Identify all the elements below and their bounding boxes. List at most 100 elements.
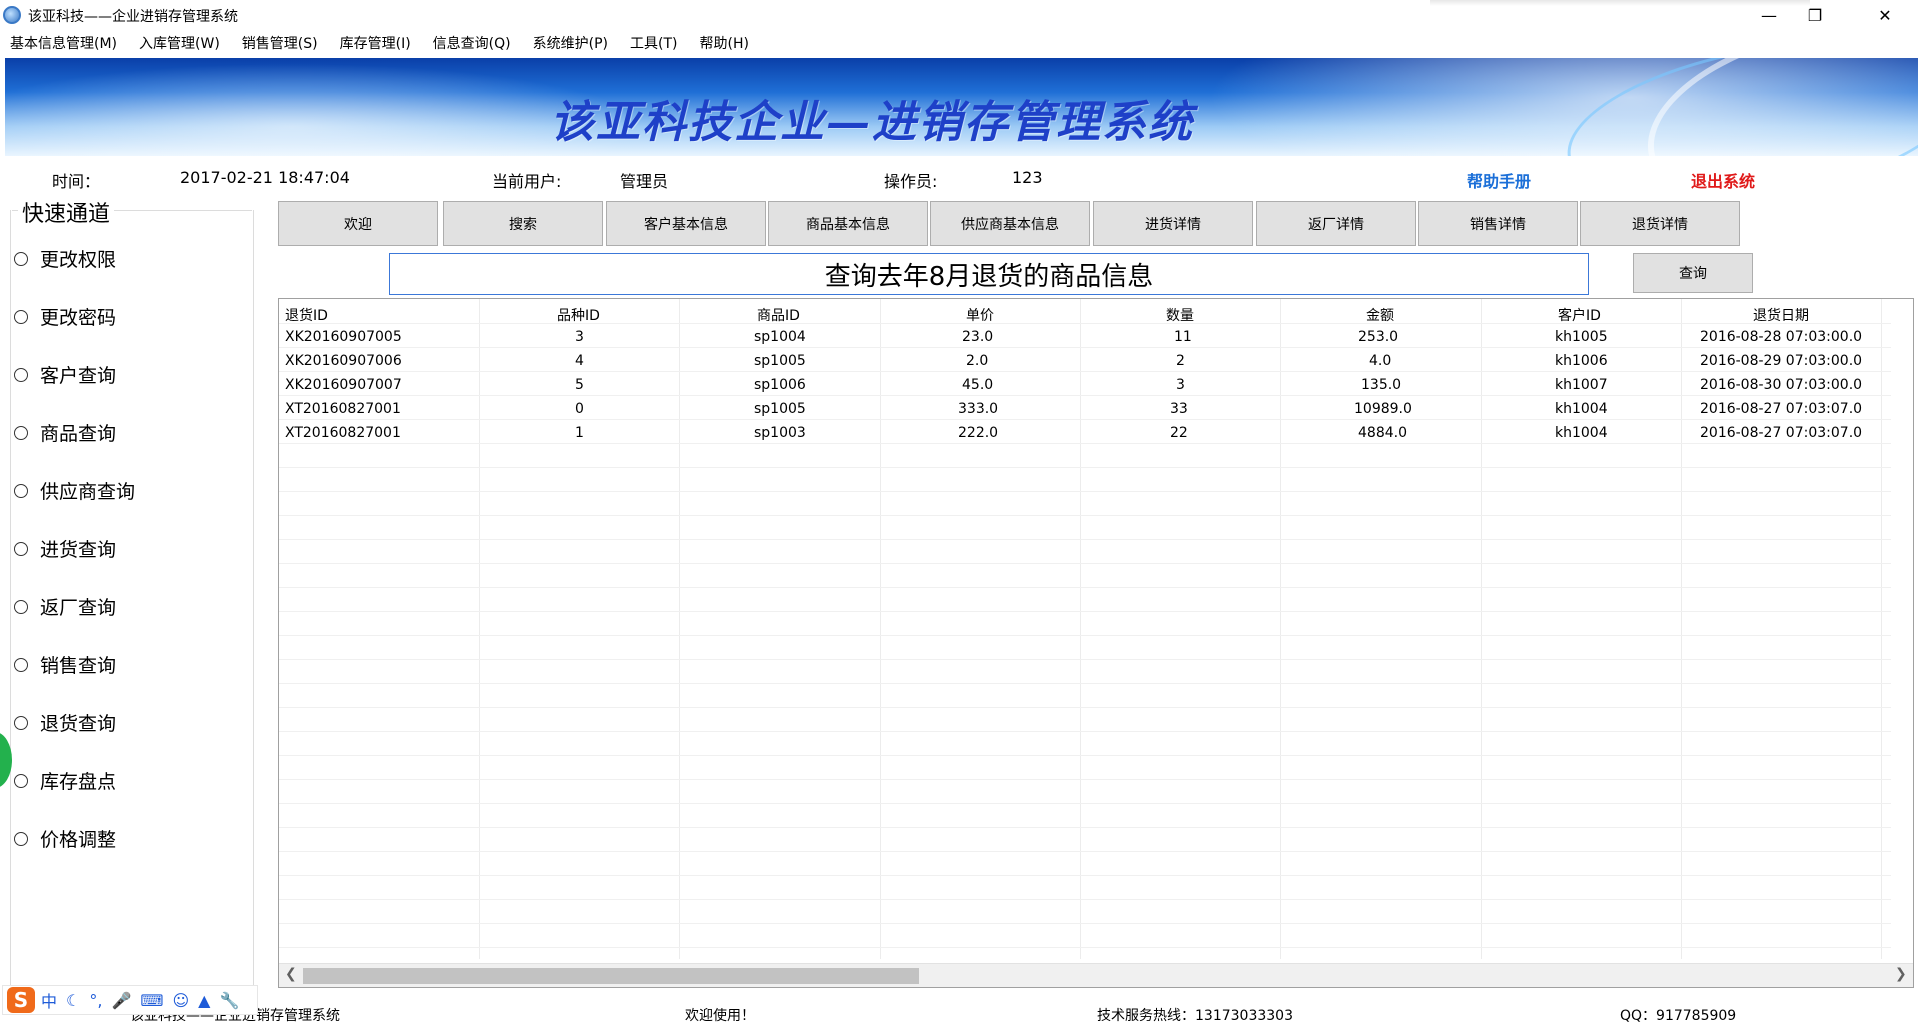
menu-basic-info[interactable]: 基本信息管理(M) xyxy=(10,30,128,56)
column-header[interactable]: 客户ID xyxy=(1558,305,1601,325)
tab-customer-info[interactable]: 客户基本信息 xyxy=(606,201,766,246)
table-cell[interactable]: 2016-08-27 07:03:07.0 xyxy=(1700,425,1862,441)
column-header[interactable]: 退货ID xyxy=(285,305,328,325)
table-cell[interactable]: 2016-08-30 07:03:00.0 xyxy=(1700,377,1862,393)
table-cell[interactable]: XT20160827001 xyxy=(285,401,401,417)
table-cell[interactable]: sp1004 xyxy=(754,329,806,345)
results-table[interactable]: 退货ID 品种ID 商品ID 单价 数量 金额 客户ID 退货日期 XK2016… xyxy=(278,298,1914,988)
radio-change-permission[interactable]: 更改权限 xyxy=(14,245,116,272)
menu-query[interactable]: 信息查询(Q) xyxy=(433,30,522,56)
radio-product-query[interactable]: 商品查询 xyxy=(14,419,116,446)
table-cell[interactable]: 4 xyxy=(575,353,584,369)
table-cell[interactable]: kh1005 xyxy=(1555,329,1608,345)
table-cell[interactable]: XT20160827001 xyxy=(285,425,401,441)
punctuation-icon[interactable]: °, xyxy=(89,991,102,1010)
column-header[interactable]: 商品ID xyxy=(757,305,800,325)
help-manual-link[interactable]: 帮助手册 xyxy=(1467,168,1531,192)
menu-tools[interactable]: 工具(T) xyxy=(630,30,688,56)
table-cell[interactable]: XK20160907005 xyxy=(285,329,402,345)
column-header[interactable]: 数量 xyxy=(1166,305,1194,325)
ime-language-toggle[interactable]: 中 xyxy=(41,988,57,1012)
table-cell[interactable]: 11 xyxy=(1174,329,1192,345)
radio-return-factory-query[interactable]: 返厂查询 xyxy=(14,593,116,620)
menu-maintenance[interactable]: 系统维护(P) xyxy=(533,30,619,56)
menu-stock-in[interactable]: 入库管理(W) xyxy=(139,30,231,56)
table-cell[interactable]: 3 xyxy=(1176,377,1185,393)
ime-toolbar[interactable]: S 中 ☾ °, 🎤 ⌨ ☺ ▲ 🔧 xyxy=(2,985,258,1015)
tab-supplier-info[interactable]: 供应商基本信息 xyxy=(930,201,1090,246)
table-cell[interactable]: 1 xyxy=(575,425,584,441)
scroll-left-icon[interactable]: ❮ xyxy=(285,966,297,982)
menu-help[interactable]: 帮助(H) xyxy=(699,30,759,56)
tab-returns-details[interactable]: 退货详情 xyxy=(1580,201,1740,246)
table-cell[interactable]: 4884.0 xyxy=(1358,425,1407,441)
close-button[interactable]: ✕ xyxy=(1862,0,1908,30)
table-cell[interactable]: 3 xyxy=(575,329,584,345)
tab-return-factory-details[interactable]: 返厂详情 xyxy=(1256,201,1416,246)
table-cell[interactable]: 222.0 xyxy=(958,425,998,441)
row-divider xyxy=(279,707,1891,708)
radio-customer-query[interactable]: 客户查询 xyxy=(14,361,116,388)
radio-supplier-query[interactable]: 供应商查询 xyxy=(14,477,135,504)
column-header[interactable]: 单价 xyxy=(966,305,994,325)
table-cell[interactable]: sp1006 xyxy=(754,377,806,393)
table-cell[interactable]: 2.0 xyxy=(966,353,988,369)
radio-purchase-query[interactable]: 进货查询 xyxy=(14,535,116,562)
exit-system-link[interactable]: 退出系统 xyxy=(1691,168,1755,192)
table-cell[interactable]: 2016-08-29 07:03:00.0 xyxy=(1700,353,1862,369)
radio-change-password[interactable]: 更改密码 xyxy=(14,303,116,330)
table-cell[interactable]: 45.0 xyxy=(962,377,993,393)
radio-stocktake[interactable]: 库存盘点 xyxy=(14,767,116,794)
maximize-button[interactable]: ❐ xyxy=(1792,0,1838,30)
radio-sales-query[interactable]: 销售查询 xyxy=(14,651,116,678)
menu-sales[interactable]: 销售管理(S) xyxy=(242,30,329,56)
radio-price-adjust[interactable]: 价格调整 xyxy=(14,825,116,852)
table-cell[interactable]: 33 xyxy=(1170,401,1188,417)
table-cell[interactable]: 2016-08-27 07:03:07.0 xyxy=(1700,401,1862,417)
table-cell[interactable]: 2 xyxy=(1176,353,1185,369)
table-cell[interactable]: 253.0 xyxy=(1358,329,1398,345)
table-cell[interactable]: kh1006 xyxy=(1555,353,1608,369)
query-button[interactable]: 查询 xyxy=(1633,253,1753,293)
table-cell[interactable]: kh1007 xyxy=(1555,377,1608,393)
scrollbar-thumb[interactable] xyxy=(303,968,919,984)
horizontal-scrollbar[interactable]: ❮ ❯ xyxy=(279,963,1913,987)
table-cell[interactable]: sp1003 xyxy=(754,425,806,441)
column-header[interactable]: 退货日期 xyxy=(1753,305,1809,325)
radio-returns-query[interactable]: 退货查询 xyxy=(14,709,116,736)
tab-search[interactable]: 搜索 xyxy=(443,201,603,246)
menu-inventory[interactable]: 库存管理(I) xyxy=(340,30,422,56)
column-header[interactable]: 金额 xyxy=(1366,305,1394,325)
table-cell[interactable]: sp1005 xyxy=(754,353,806,369)
sogou-logo-icon[interactable]: S xyxy=(7,987,35,1013)
radio-label: 客户查询 xyxy=(40,365,117,387)
scroll-right-icon[interactable]: ❯ xyxy=(1895,966,1907,982)
table-cell[interactable]: 333.0 xyxy=(958,401,998,417)
table-cell[interactable]: XK20160907007 xyxy=(285,377,402,393)
table-cell[interactable]: kh1004 xyxy=(1555,425,1608,441)
table-cell[interactable]: kh1004 xyxy=(1555,401,1608,417)
skin-icon[interactable]: ▲ xyxy=(198,991,210,1010)
table-cell[interactable]: XK20160907006 xyxy=(285,353,402,369)
tab-product-info[interactable]: 商品基本信息 xyxy=(768,201,928,246)
wrench-icon[interactable]: 🔧 xyxy=(219,991,239,1010)
table-cell[interactable]: 0 xyxy=(575,401,584,417)
table-cell[interactable]: 5 xyxy=(575,377,584,393)
table-cell[interactable]: 22 xyxy=(1170,425,1188,441)
table-cell[interactable]: sp1005 xyxy=(754,401,806,417)
table-cell[interactable]: 135.0 xyxy=(1361,377,1401,393)
tab-purchase-details[interactable]: 进货详情 xyxy=(1093,201,1253,246)
table-cell[interactable]: 4.0 xyxy=(1369,353,1391,369)
keyboard-icon[interactable]: ⌨ xyxy=(140,991,163,1010)
column-header[interactable]: 品种ID xyxy=(557,305,600,325)
minimize-button[interactable]: — xyxy=(1746,0,1792,30)
tab-welcome[interactable]: 欢迎 xyxy=(278,201,438,246)
time-value: 2017-02-21 18:47:04 xyxy=(180,168,350,187)
tab-sales-details[interactable]: 销售详情 xyxy=(1418,201,1578,246)
table-cell[interactable]: 2016-08-28 07:03:00.0 xyxy=(1700,329,1862,345)
table-cell[interactable]: 10989.0 xyxy=(1354,401,1412,417)
table-cell[interactable]: 23.0 xyxy=(962,329,993,345)
moon-icon[interactable]: ☾ xyxy=(66,991,80,1010)
microphone-icon[interactable]: 🎤 xyxy=(111,991,131,1010)
user-icon[interactable]: ☺ xyxy=(172,991,189,1010)
